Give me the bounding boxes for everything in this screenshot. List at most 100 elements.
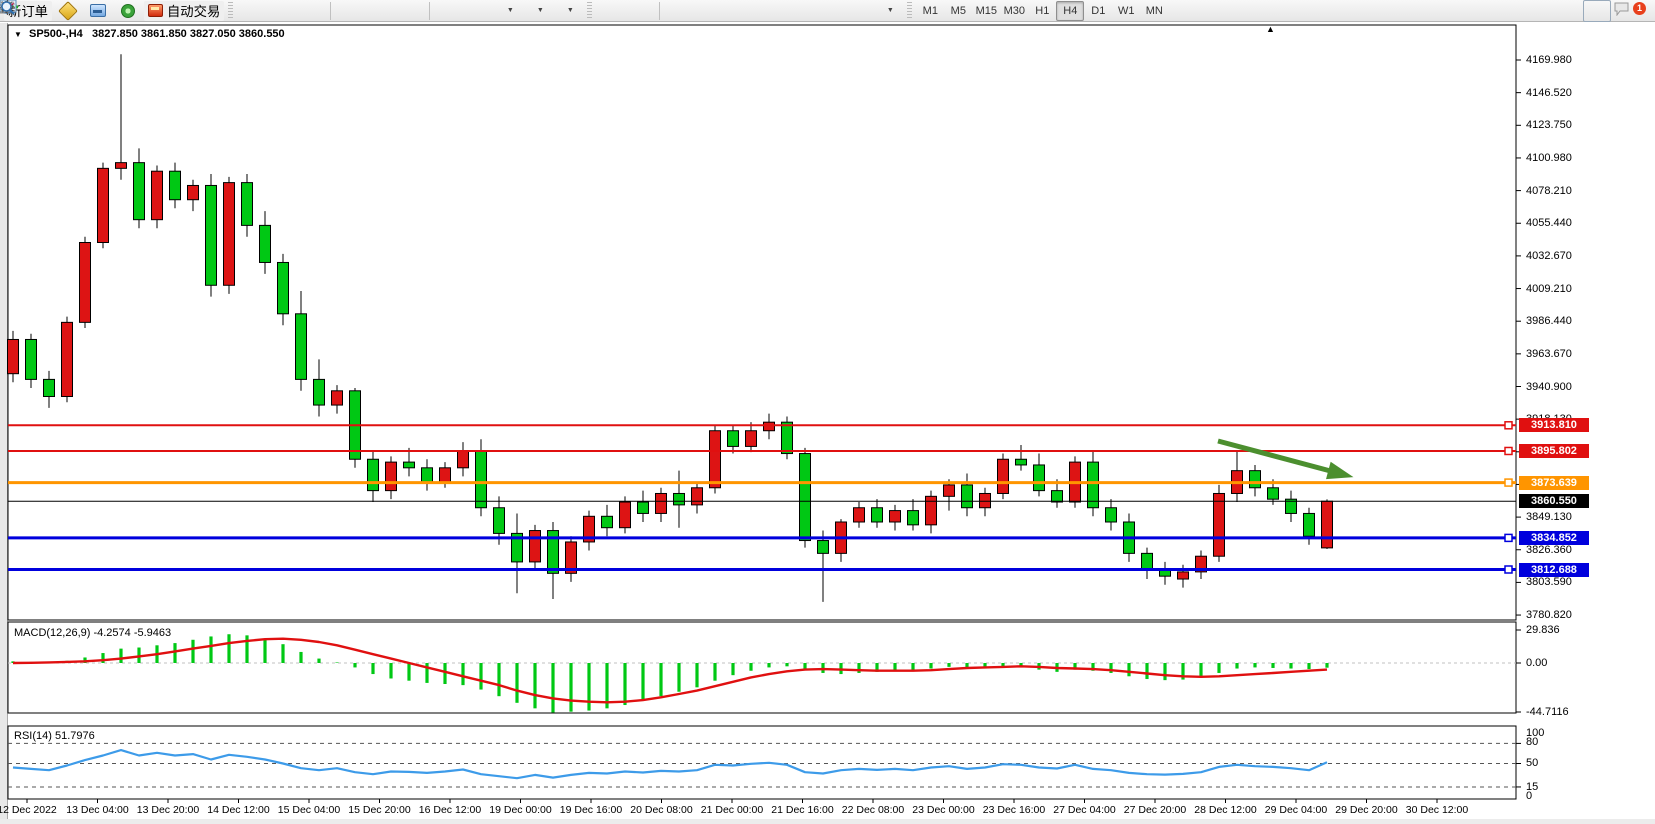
level-price-badge: 3895.802 bbox=[1519, 444, 1589, 458]
current-price-badge: 3860.550 bbox=[1519, 494, 1589, 508]
chart-title: ▼ SP500-,H4 3827.850 3861.850 3827.050 3… bbox=[14, 28, 285, 40]
y-axis-label: 4032.670 bbox=[1526, 250, 1646, 262]
periods-icon[interactable]: ▼ bbox=[525, 0, 553, 22]
macd-axis-label: 29.836 bbox=[1526, 624, 1646, 636]
cursor-icon[interactable] bbox=[596, 0, 624, 22]
chart-symbol-timeframe: SP500-,H4 bbox=[29, 28, 83, 40]
candle bbox=[152, 165, 163, 228]
timeframe-h1[interactable]: H1 bbox=[1028, 1, 1056, 21]
rsi-label: RSI(14) 51.7976 bbox=[14, 730, 95, 742]
text-icon[interactable]: A bbox=[815, 0, 843, 22]
hline-icon[interactable] bbox=[695, 0, 723, 22]
x-axis-label: 27 Dec 04:00 bbox=[1053, 804, 1115, 816]
templates-icon[interactable]: ▼ bbox=[555, 0, 583, 22]
mt4-window: 新订单 自动交易 ▼ ▼ bbox=[0, 0, 1655, 824]
candle bbox=[206, 174, 217, 297]
chart-line-icon[interactable] bbox=[297, 0, 325, 22]
fibo-icon[interactable]: F bbox=[785, 0, 813, 22]
macd-axis-label: -44.7116 bbox=[1526, 706, 1646, 718]
x-axis-label: 13 Dec 04:00 bbox=[66, 804, 128, 816]
x-axis-label: 23 Dec 00:00 bbox=[912, 804, 974, 816]
timeframe-mn[interactable]: MN bbox=[1140, 1, 1168, 21]
timeframe-m1[interactable]: M1 bbox=[916, 1, 944, 21]
x-axis-label: 28 Dec 12:00 bbox=[1194, 804, 1256, 816]
macd-label: MACD(12,26,9) -4.2574 -5.9463 bbox=[14, 627, 171, 639]
arrange-down-icon[interactable] bbox=[465, 0, 493, 22]
channel-icon[interactable]: E bbox=[755, 0, 783, 22]
macd-axis-label: 0.00 bbox=[1526, 657, 1646, 669]
chevron-down-icon: ▼ bbox=[567, 7, 574, 14]
rsi-axis-label: 0 bbox=[1526, 790, 1646, 802]
level-price-badge: 3834.852 bbox=[1519, 531, 1589, 545]
x-axis-label: 13 Dec 20:00 bbox=[137, 804, 199, 816]
x-axis-label: 21 Dec 00:00 bbox=[701, 804, 763, 816]
y-axis-label: 3803.590 bbox=[1526, 576, 1646, 588]
zoom-in-icon[interactable] bbox=[336, 0, 364, 22]
x-axis-label: 29 Dec 20:00 bbox=[1335, 804, 1397, 816]
y-axis-label: 4146.520 bbox=[1526, 87, 1646, 99]
candle bbox=[80, 237, 91, 328]
x-axis-label: 15 Dec 20:00 bbox=[348, 804, 410, 816]
candle bbox=[1322, 499, 1333, 549]
candle bbox=[782, 416, 793, 459]
arrange-up-icon[interactable] bbox=[435, 0, 463, 22]
subwindow-arrow-icon[interactable]: ▲ bbox=[1266, 24, 1275, 34]
zoom-out-icon[interactable] bbox=[366, 0, 394, 22]
timeframe-m30[interactable]: M30 bbox=[1000, 1, 1028, 21]
chevron-down-icon: ▼ bbox=[507, 7, 514, 14]
chat-icon[interactable]: 1 bbox=[1613, 0, 1641, 22]
candle bbox=[98, 163, 109, 249]
label-icon[interactable]: T bbox=[845, 0, 873, 22]
indicators-add-icon[interactable]: ▼ bbox=[495, 0, 523, 22]
y-axis-label: 4055.440 bbox=[1526, 217, 1646, 229]
x-axis-label: 14 Dec 12:00 bbox=[207, 804, 269, 816]
y-axis-label: 3780.820 bbox=[1526, 609, 1646, 621]
y-axis-label: 3940.900 bbox=[1526, 381, 1646, 393]
shapes-icon[interactable]: ▼ bbox=[875, 0, 903, 22]
charts-icon[interactable] bbox=[54, 0, 82, 22]
candle bbox=[26, 334, 37, 388]
x-axis-label: 20 Dec 08:00 bbox=[630, 804, 692, 816]
rsi-axis-label: 50 bbox=[1526, 757, 1646, 769]
tile-windows-icon[interactable] bbox=[396, 0, 424, 22]
candle bbox=[350, 388, 361, 468]
timeframe-m5[interactable]: M5 bbox=[944, 1, 972, 21]
main-chart-canvas[interactable] bbox=[0, 23, 1655, 824]
toolbar-grip bbox=[228, 2, 233, 20]
rsi-axis-label: 80 bbox=[1526, 736, 1646, 748]
bottom-strip bbox=[0, 819, 1655, 824]
y-axis-label: 3963.670 bbox=[1526, 348, 1646, 360]
chart-bars-icon[interactable] bbox=[237, 0, 265, 22]
x-axis-label: 27 Dec 20:00 bbox=[1124, 804, 1186, 816]
x-axis-label: 19 Dec 00:00 bbox=[489, 804, 551, 816]
signals-icon[interactable] bbox=[114, 0, 142, 22]
x-axis-label: 16 Dec 12:00 bbox=[419, 804, 481, 816]
timeframe-d1[interactable]: D1 bbox=[1084, 1, 1112, 21]
candle bbox=[224, 177, 235, 294]
terminal-icon[interactable] bbox=[84, 0, 112, 22]
search-icon[interactable] bbox=[1583, 0, 1611, 22]
timeframe-bar: M1M5M15M30H1H4D1W1MN bbox=[916, 1, 1168, 21]
level-price-badge: 3913.810 bbox=[1519, 418, 1589, 432]
y-axis-label: 4100.980 bbox=[1526, 152, 1646, 164]
autotrading-button[interactable]: 自动交易 bbox=[144, 1, 224, 21]
vline-icon[interactable] bbox=[665, 0, 693, 22]
x-axis-label: 19 Dec 16:00 bbox=[560, 804, 622, 816]
timeframe-h4[interactable]: H4 bbox=[1056, 1, 1084, 21]
trendline-icon[interactable] bbox=[725, 0, 753, 22]
candle bbox=[998, 454, 1009, 500]
timeframe-w1[interactable]: W1 bbox=[1112, 1, 1140, 21]
y-axis-label: 3849.130 bbox=[1526, 511, 1646, 523]
timeframe-m15[interactable]: M15 bbox=[972, 1, 1000, 21]
crosshair-icon[interactable] bbox=[626, 0, 654, 22]
collapse-triangle-icon[interactable]: ▼ bbox=[14, 30, 22, 39]
level-price-badge: 3812.688 bbox=[1519, 563, 1589, 577]
x-axis-label: 15 Dec 04:00 bbox=[278, 804, 340, 816]
y-axis-label: 4169.980 bbox=[1526, 54, 1646, 66]
toolbar-grip bbox=[587, 2, 592, 20]
x-axis-label: 29 Dec 04:00 bbox=[1265, 804, 1327, 816]
chevron-down-icon: ▼ bbox=[537, 7, 544, 14]
autotrading-label: 自动交易 bbox=[167, 1, 220, 20]
y-axis-label: 3986.440 bbox=[1526, 315, 1646, 327]
chart-candles-icon[interactable] bbox=[267, 0, 295, 22]
